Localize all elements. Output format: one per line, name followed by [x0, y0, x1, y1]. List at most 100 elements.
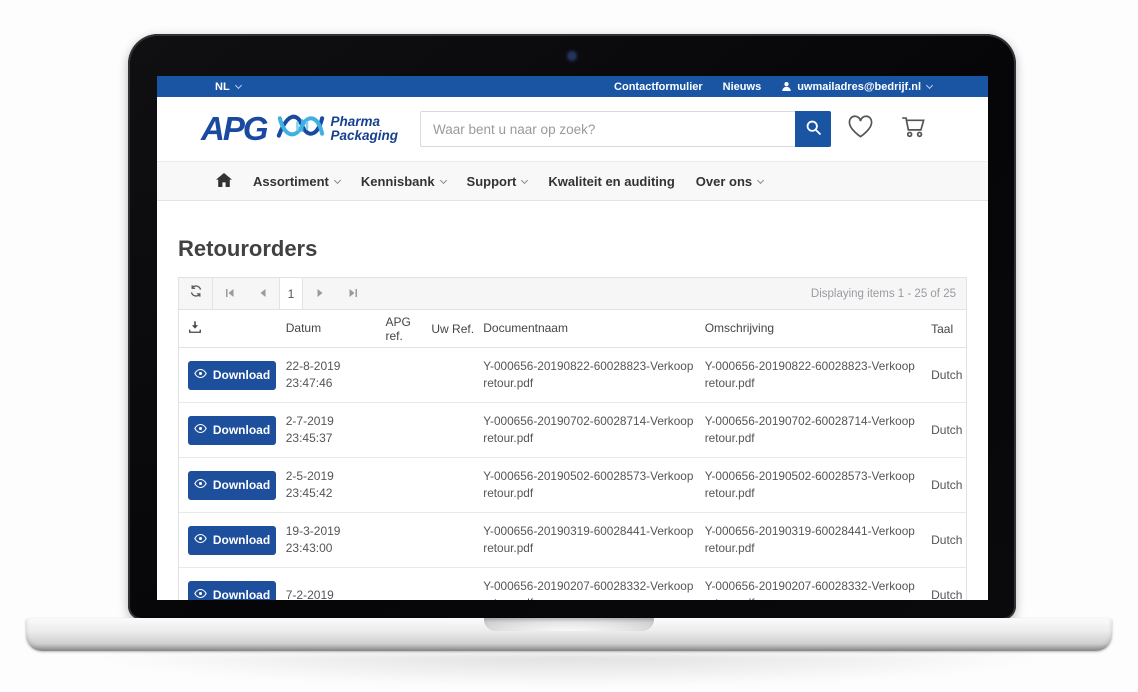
first-page-icon — [225, 285, 235, 303]
cell-omschrijving: Y-000656-20190207-60028332-Verkoop retou… — [702, 578, 928, 600]
nav-item-label: Kwaliteit en auditing — [548, 174, 674, 189]
cell-omschrijving: Y-000656-20190502-60028573-Verkoop retou… — [702, 468, 928, 502]
topbar-right: Contactformulier Nieuws uwmailadres@bedr… — [614, 81, 932, 93]
download-column-header — [179, 320, 283, 337]
logo-tagline-line2: Packaging — [331, 129, 399, 143]
download-button[interactable]: Download — [188, 526, 276, 555]
table-row: Download 7-2-2019 Y-000656-20190207-6002… — [179, 568, 966, 600]
column-header-datum[interactable]: Datum — [283, 320, 383, 337]
cart-icon — [900, 114, 927, 144]
table-header-row: Datum APG ref. Uw Ref. Documentnaam Omsc… — [179, 310, 966, 348]
nav-item-kwaliteit-en-auditing[interactable]: Kwaliteit en auditing — [548, 174, 674, 189]
chevron-down-icon — [334, 176, 341, 183]
column-header-taal[interactable]: Taal — [928, 322, 966, 336]
cell-taal: Dutch — [928, 533, 966, 547]
pagination-status: Displaying items 1 - 25 of 25 — [811, 288, 966, 300]
language-label: NL — [215, 81, 230, 93]
chevron-down-icon — [757, 176, 764, 183]
column-header-omschrijving[interactable]: Omschrijving — [702, 320, 928, 337]
column-header-apg-ref[interactable]: APG ref. — [383, 315, 429, 343]
nieuws-link[interactable]: Nieuws — [723, 81, 762, 93]
last-page-icon — [348, 285, 358, 303]
nav-item-label: Assortiment — [253, 174, 329, 189]
cell-omschrijving: Y-000656-20190822-60028823-Verkoop retou… — [702, 358, 928, 392]
heart-icon — [847, 114, 874, 144]
nav-item-kennisbank[interactable]: Kennisbank — [361, 174, 446, 189]
column-header-documentnaam[interactable]: Documentnaam — [480, 320, 701, 337]
search-input[interactable] — [420, 111, 795, 147]
table-toolbar: 1 Displaying items 1 - 25 of 25 — [179, 278, 966, 310]
nav-item-assortiment[interactable]: Assortiment — [253, 174, 340, 189]
column-header-uw-ref[interactable]: Uw Ref. — [428, 322, 480, 336]
search-button[interactable] — [795, 111, 831, 147]
laptop-base — [26, 618, 1112, 651]
browser-viewport: NL Contactformulier Nieuws uwmailadres@b… — [157, 76, 988, 600]
refresh-icon — [189, 284, 203, 303]
next-page-button[interactable] — [303, 278, 336, 309]
download-button-label: Download — [213, 588, 270, 600]
nav-home-button[interactable] — [216, 173, 232, 190]
download-button[interactable]: Download — [188, 471, 276, 500]
download-button[interactable]: Download — [188, 416, 276, 445]
download-button-label: Download — [213, 423, 270, 437]
home-icon — [216, 173, 232, 190]
logo-tagline: Pharma Packaging — [331, 115, 399, 143]
download-button[interactable]: Download — [188, 361, 276, 390]
cell-documentnaam: Y-000656-20190207-60028332-Verkoop retou… — [480, 578, 701, 600]
laptop-lid-notch — [484, 618, 654, 631]
cell-taal: Dutch — [928, 423, 966, 437]
webcam-icon — [569, 53, 575, 59]
contactformulier-link[interactable]: Contactformulier — [614, 81, 703, 93]
cell-documentnaam: Y-000656-20190822-60028823-Verkoop retou… — [480, 358, 701, 392]
next-page-icon — [315, 285, 325, 303]
search-bar — [420, 111, 831, 147]
topbar-left: NL — [215, 81, 241, 93]
table-row: Download 22-8-201923:47:46 Y-000656-2019… — [179, 348, 966, 403]
logo-wordmark: APG — [201, 112, 267, 145]
search-icon — [805, 119, 822, 139]
user-icon — [781, 81, 792, 92]
cell-datum: 22-8-201923:47:46 — [283, 358, 383, 392]
nav-item-over-ons[interactable]: Over ons — [696, 174, 763, 189]
cell-taal: Dutch — [928, 478, 966, 492]
nav-item-label: Kennisbank — [361, 174, 435, 189]
language-selector[interactable]: NL — [215, 81, 241, 93]
dna-helix-icon — [275, 109, 325, 148]
main-content: Retourorders — [157, 236, 988, 600]
apg-logo[interactable]: APG Pharma Packaging — [201, 109, 398, 148]
wishlist-button[interactable] — [847, 114, 874, 144]
download-button-label: Download — [213, 533, 270, 547]
prev-page-button[interactable] — [246, 278, 279, 309]
nav-item-label: Support — [467, 174, 517, 189]
eye-icon — [194, 367, 207, 383]
nav-item-support[interactable]: Support — [467, 174, 528, 189]
site-header: APG Pharma Packaging — [157, 97, 988, 161]
eye-icon — [194, 532, 207, 548]
table-row: Download 2-7-201923:45:37 Y-000656-20190… — [179, 403, 966, 458]
eye-icon — [194, 422, 207, 438]
current-page[interactable]: 1 — [280, 278, 302, 309]
laptop-screen: NL Contactformulier Nieuws uwmailadres@b… — [128, 34, 1016, 620]
account-menu[interactable]: uwmailadres@bedrijf.nl — [781, 81, 932, 93]
prev-page-icon — [258, 285, 268, 303]
cell-taal: Dutch — [928, 588, 966, 600]
download-button-label: Download — [213, 478, 270, 492]
first-page-button[interactable] — [213, 278, 246, 309]
cell-taal: Dutch — [928, 368, 966, 382]
cell-documentnaam: Y-000656-20190702-60028714-Verkoop retou… — [480, 413, 701, 447]
logo-tagline-line1: Pharma — [331, 115, 399, 129]
laptop-reflection — [70, 654, 1068, 688]
last-page-button[interactable] — [336, 278, 369, 309]
download-button[interactable]: Download — [188, 581, 276, 601]
cell-datum: 2-7-201923:45:37 — [283, 413, 383, 447]
cell-omschrijving: Y-000656-20190319-60028441-Verkoop retou… — [702, 523, 928, 557]
header-icons — [847, 114, 927, 144]
table-row: Download 2-5-201923:45:42 Y-000656-20190… — [179, 458, 966, 513]
cart-button[interactable] — [900, 114, 927, 144]
retourorders-table: 1 Displaying items 1 - 25 of 25 — [178, 277, 967, 600]
cell-datum: 2-5-201923:45:42 — [283, 468, 383, 502]
refresh-button[interactable] — [179, 278, 212, 309]
eye-icon — [194, 587, 207, 600]
cell-omschrijving: Y-000656-20190702-60028714-Verkoop retou… — [702, 413, 928, 447]
page-title: Retourorders — [178, 236, 967, 262]
